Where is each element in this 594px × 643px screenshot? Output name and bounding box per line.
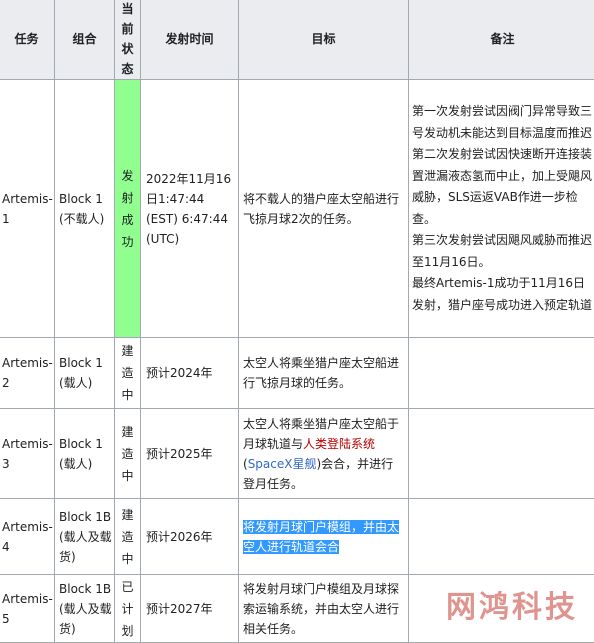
cell-task: Artemis-4 (0, 499, 55, 575)
status-badge: 建造中 (115, 409, 141, 499)
cell-launch-time: 预计2025年 (141, 409, 239, 499)
status-text: 建造中 (121, 421, 134, 487)
spacex-starship-link[interactable]: SpaceX星舰 (248, 457, 317, 471)
cell-goal: 太空人将乘坐猎户座太空船于月球轨道与人类登陆系统(SpaceX星舰)会合，并进行… (239, 409, 409, 499)
status-text: 发射成功 (121, 165, 134, 253)
cell-goal: 将发射月球门户模组，并由太空人进行轨道会合 (239, 499, 409, 575)
header-combo[interactable]: 组合 (55, 0, 115, 80)
cell-launch-time: 2022年11月16日1:47:44 (EST) 6:47:44 (UTC) (141, 80, 239, 338)
header-row: 任务 组合 当前状态 发射时间 目标 备注 (0, 0, 594, 80)
watermark-logo: 网鸿科技 (446, 582, 578, 626)
table-row: Artemis-3 Block 1 (载人) 建造中 预计2025年 太空人将乘… (0, 409, 594, 499)
header-goal[interactable]: 目标 (239, 0, 409, 80)
status-badge: 建造中 (115, 338, 141, 409)
cell-goal: 太空人将乘坐猎户座太空船进行飞掠月球的任务。 (239, 338, 409, 409)
cell-launch-time: 预计2027年 (141, 575, 239, 643)
cell-note: 第一次发射尝试因阀门异常导致三号发动机未能达到目标温度而推迟 第二次发射尝试因快… (409, 80, 594, 338)
status-text: 建造中 (121, 504, 134, 570)
header-task[interactable]: 任务 (0, 0, 55, 80)
note-line: 第二次发射尝试因快速断开连接装置泄漏液态氢而中止，加上受飓风威胁，SLS运返VA… (412, 144, 593, 230)
header-status-label: 当前状态 (121, 0, 134, 79)
cell-goal: 将不载人的猎户座太空船进行飞掠月球2次的任务。 (239, 80, 409, 338)
status-badge: 发射成功 (115, 80, 141, 338)
artemis-mission-table: 任务 组合 当前状态 发射时间 目标 备注 Artemis-1 Block 1 … (0, 0, 594, 643)
table-row: Artemis-2 Block 1 (载人) 建造中 预计2024年 太空人将乘… (0, 338, 594, 409)
note-line: 第一次发射尝试因阀门异常导致三号发动机未能达到目标温度而推迟 (412, 101, 593, 144)
selected-goal-text[interactable]: 将发射月球门户模组，并由太空人进行轨道会合 (243, 520, 399, 554)
cell-task: Artemis-3 (0, 409, 55, 499)
cell-launch-time: 预计2024年 (141, 338, 239, 409)
status-badge: 建造中 (115, 499, 141, 575)
note-line: 最终Artemis-1成功于11月16日发射，猎户座号成功进入预定轨道 (412, 273, 593, 316)
cell-task: Artemis-5 (0, 575, 55, 643)
cell-combo: Block 1 (不载人) (55, 80, 115, 338)
status-badge: 已计划 (115, 575, 141, 643)
cell-goal: 将发射月球门户模组及月球探索运输系统，并由太空人进行相关任务。 (239, 575, 409, 643)
note-line: 第三次发射尝试因飓风威胁而推迟至11月16日。 (412, 230, 593, 273)
table-row: Artemis-4 Block 1B (载人及载货) 建造中 预计2026年 将… (0, 499, 594, 575)
status-text: 建造中 (121, 340, 134, 406)
cell-combo: Block 1 (载人) (55, 409, 115, 499)
cell-combo: Block 1B (载人及载货) (55, 499, 115, 575)
cell-combo: Block 1 (载人) (55, 338, 115, 409)
table-row: Artemis-1 Block 1 (不载人) 发射成功 2022年11月16日… (0, 80, 594, 338)
cell-task: Artemis-1 (0, 80, 55, 338)
cell-combo: Block 1B (载人及载货) (55, 575, 115, 643)
cell-task: Artemis-2 (0, 338, 55, 409)
cell-launch-time: 预计2026年 (141, 499, 239, 575)
cell-note (409, 409, 594, 499)
human-landing-system-link[interactable]: 人类登陆系统 (303, 437, 375, 451)
header-launch-time[interactable]: 发射时间 (141, 0, 239, 80)
header-note[interactable]: 备注 (409, 0, 594, 80)
cell-note (409, 499, 594, 575)
status-text: 已计划 (121, 576, 134, 642)
cell-note (409, 338, 594, 409)
header-status[interactable]: 当前状态 (115, 0, 141, 80)
